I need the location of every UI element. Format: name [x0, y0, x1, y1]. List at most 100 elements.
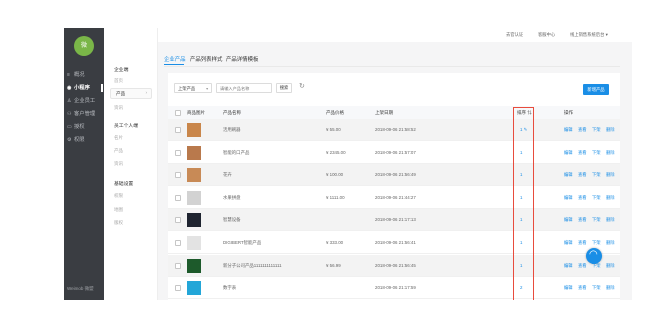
view-action[interactable]: 查看: [578, 240, 587, 246]
permission-icon: ⚙: [67, 137, 72, 143]
view-action[interactable]: 查看: [578, 127, 587, 133]
product-date: 2018-09-06 21:17:59: [375, 285, 416, 291]
edit-action[interactable]: 编辑: [564, 172, 573, 178]
column-header-date: 上架日期: [375, 110, 393, 115]
help-icon: ◠: [589, 249, 598, 260]
view-action[interactable]: 查看: [578, 217, 587, 223]
product-date: 2018-09-06 21:17:13: [375, 217, 416, 223]
product-date: 2018-09-06 21:57:07: [375, 149, 416, 155]
subnav-group-settings: 基础设置: [114, 182, 134, 187]
delete-action[interactable]: 删除: [606, 240, 615, 246]
subnav-item-card[interactable]: 名片: [114, 135, 123, 141]
refresh-icon[interactable]: ↻: [299, 82, 305, 90]
table-row[interactable]: 智能的口产品 ¥ 2345.00 2018-09-06 21:57:07 1 编辑 查看下…: [168, 142, 620, 164]
delete-action[interactable]: 删除: [606, 172, 615, 178]
edit-action[interactable]: 编辑: [564, 150, 573, 156]
subnav-item-news[interactable]: 资讯: [114, 105, 123, 111]
row-checkbox[interactable]: [175, 127, 181, 133]
view-action[interactable]: 查看: [578, 195, 587, 201]
view-action[interactable]: 查看: [578, 285, 587, 291]
delete-action[interactable]: 删除: [606, 285, 615, 291]
delete-action[interactable]: 删除: [606, 217, 615, 223]
view-action[interactable]: 查看: [578, 150, 587, 156]
search-input[interactable]: [216, 83, 272, 93]
tab-list-style[interactable]: 产品列表样式: [190, 55, 222, 63]
tab-label: 企业产品: [164, 57, 186, 63]
subnav-item-permission[interactable]: 权限: [114, 193, 123, 199]
subnav-item-products[interactable]: 产品 ›: [110, 88, 152, 99]
tab-detail-template[interactable]: 产品详情模板: [226, 55, 258, 63]
subnav-item-home[interactable]: 首页: [114, 78, 123, 84]
main-sidebar: 微 ≡ 概况 ◉ 小程序 ♙ 企业员工 ⚇ 客户管理 ▭ 授权 ⚙ 权限 Weimob 微盟: [64, 28, 104, 300]
delete-action[interactable]: 删除: [606, 150, 615, 156]
floating-help-button[interactable]: ◠: [586, 248, 602, 264]
table-row[interactable]: 新分子公司产品1111111111111 ¥ 56.99 2018-09-06 21…: [168, 254, 620, 277]
row-checkbox[interactable]: [175, 240, 181, 246]
top-bar: 去官认证 客服中心 线上销售系统后台 ▾: [158, 28, 632, 42]
account-menu[interactable]: 线上销售系统后台 ▾: [570, 32, 608, 38]
nav-item-staff[interactable]: ♙ 企业员工: [67, 96, 103, 106]
row-checkbox[interactable]: [175, 194, 181, 201]
edit-action[interactable]: 编辑: [564, 285, 573, 291]
edit-action[interactable]: 编辑: [564, 263, 573, 269]
unlist-action[interactable]: 下架: [592, 195, 601, 201]
table-row[interactable]: 数字表 2018-09-06 21:17:59 2 编辑 查看 下架 删除: [168, 277, 620, 300]
tab-enterprise-products[interactable]: 企业产品: [164, 55, 186, 65]
product-name: 水果拼盘: [223, 194, 241, 200]
row-checkbox[interactable]: [175, 217, 181, 224]
sort-column-highlight: [513, 107, 534, 300]
status-select[interactable]: 上架产品 ▾: [174, 83, 212, 93]
row-checkbox[interactable]: [175, 262, 181, 269]
nav-item-miniprogram[interactable]: ◉ 小程序: [67, 83, 103, 93]
subnav-item-map[interactable]: 地图: [114, 207, 123, 213]
delete-action[interactable]: 删除: [606, 263, 615, 269]
table-row[interactable]: 活用刷器 ¥ 55.00 2018-09-06 21:58:52 1 ✎ 编辑 查看 下架删…: [168, 119, 620, 141]
nav-item-customers[interactable]: ⚇ 客户管理: [67, 109, 103, 119]
unlist-action[interactable]: 下架: [592, 285, 601, 291]
edit-action[interactable]: 编辑: [564, 195, 573, 201]
product-thumbnail: [187, 258, 201, 273]
select-all-checkbox[interactable]: [175, 110, 181, 116]
table-row[interactable]: 水果拼盘 ¥ 1111.00 2018-09-06 21:44:27 1 编辑 查看 下架删…: [168, 187, 620, 209]
view-action[interactable]: 查看: [578, 263, 587, 269]
service-center-link[interactable]: 客服中心: [538, 32, 555, 38]
edit-action[interactable]: 编辑: [564, 240, 573, 246]
row-checkbox[interactable]: [175, 172, 181, 179]
nav-item-authorize[interactable]: ▭ 授权: [67, 122, 103, 132]
product-date: 2018-09-06 21:58:52: [375, 127, 416, 132]
certification-link[interactable]: 去官认证: [506, 32, 523, 38]
add-product-button[interactable]: 新增产品: [583, 84, 609, 95]
table-row[interactable]: 智慧设备 2018-09-06 21:17:13 1 编辑 查看 下架 删除: [168, 209, 620, 232]
subnav-item-staff-news[interactable]: 资讯: [114, 161, 123, 167]
subnav-item-copyright[interactable]: 版权: [114, 220, 123, 226]
app-logo[interactable]: 微: [74, 36, 94, 56]
view-action[interactable]: 查看: [578, 172, 587, 178]
nav-item-overview[interactable]: ≡ 概况: [67, 70, 103, 80]
row-checkbox[interactable]: [175, 149, 181, 156]
table-row[interactable]: DIGIBERT智能产品 ¥ 333.00 2018-09-06 21:56:41 1…: [168, 232, 620, 254]
nav-label: 概况: [74, 72, 85, 78]
table-header: 商品图片 产品名称 产品价格 上架日期 排序 ⇅ 操作: [168, 106, 620, 119]
product-price: ¥ 55.00: [326, 127, 341, 132]
product-date: 2018-09-06 21:44:27: [375, 194, 416, 200]
unlist-action[interactable]: 下架: [592, 150, 601, 156]
edit-action[interactable]: 编辑: [564, 127, 573, 133]
delete-action[interactable]: 删除: [606, 127, 615, 133]
search-button[interactable]: 搜索: [276, 83, 292, 93]
unlist-action[interactable]: 下架: [592, 172, 601, 178]
product-name: 智慧设备: [223, 217, 241, 223]
chevron-right-icon: ›: [145, 90, 147, 95]
delete-action[interactable]: 删除: [606, 195, 615, 201]
nav-label: 客户管理: [74, 111, 96, 117]
table-row[interactable]: 花卉 ¥ 100.00 2018-09-06 21:56:49 1 编辑 查看 下架 删除: [168, 164, 620, 187]
nav-item-permission[interactable]: ⚙ 权限: [67, 135, 103, 145]
subnav-item-staff-products[interactable]: 产品: [114, 148, 123, 154]
nav-label: 权限: [74, 137, 85, 143]
unlist-action[interactable]: 下架: [592, 217, 601, 223]
edit-action[interactable]: 编辑: [564, 217, 573, 223]
row-checkbox[interactable]: [175, 285, 181, 292]
staff-icon: ♙: [67, 98, 72, 104]
product-thumbnail: [187, 190, 201, 205]
unlist-action[interactable]: 下架: [592, 240, 601, 246]
unlist-action[interactable]: 下架: [592, 127, 601, 133]
